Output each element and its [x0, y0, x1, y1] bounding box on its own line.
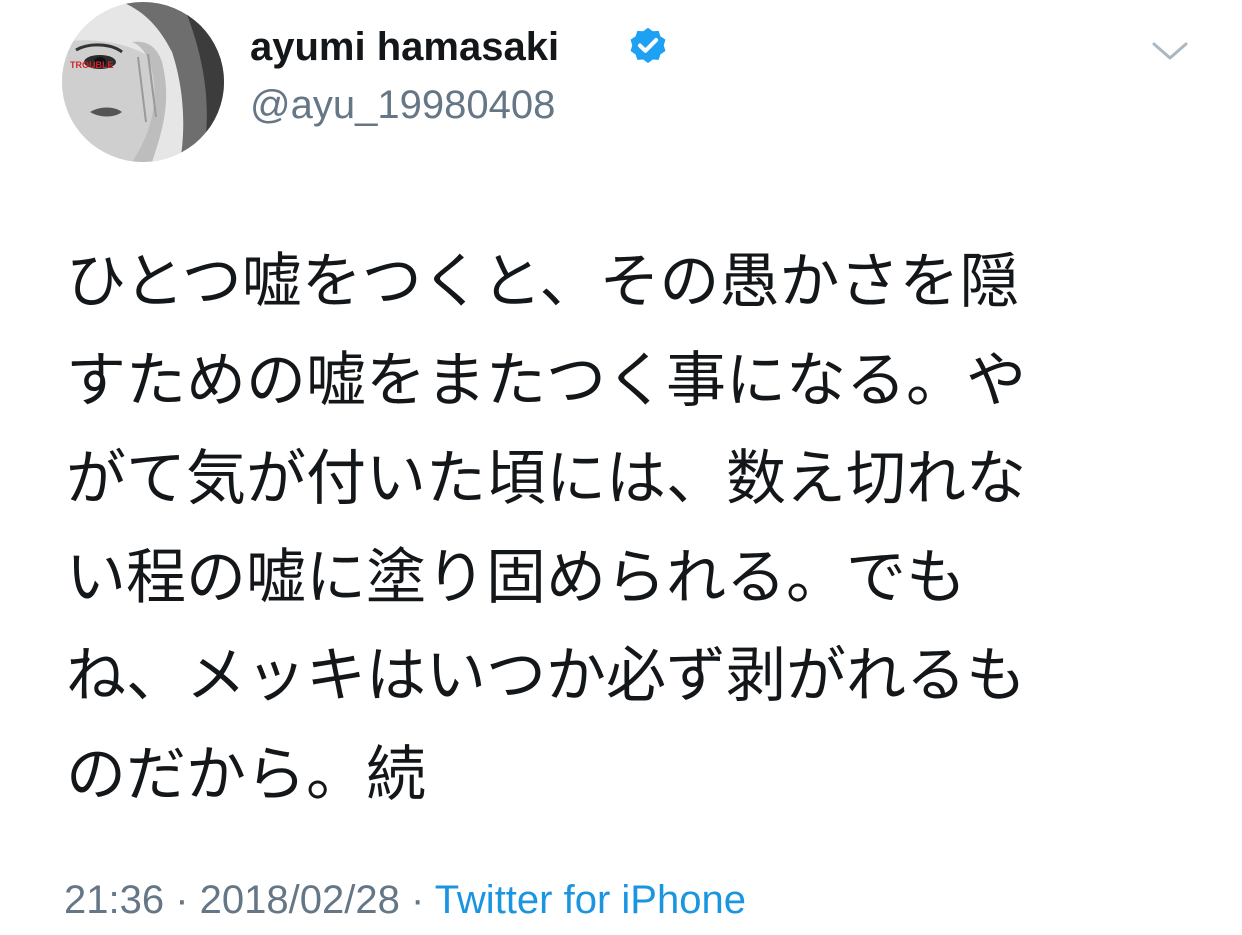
tweet-meta: 21:36 · 2018/02/28 · Twitter for iPhone [64, 872, 746, 928]
tweet-date[interactable]: 2018/02/28 [200, 878, 400, 922]
tweet-text: ひとつ嘘をつくと、その愚かさを隠 すための嘘をまたつく事になる。や がて気が付い… [66, 233, 1176, 824]
tweet-text-line: がて気が付いた頃には、数え切れな [66, 444, 1026, 514]
display-name[interactable]: ayumi hamasaki [250, 22, 559, 72]
tweet-text-line: のだから。続 [66, 739, 426, 810]
tweet-source-link[interactable]: Twitter for iPhone [435, 878, 746, 922]
tweet-text-line: い程の嘘に塗り固められる。でも [66, 542, 966, 613]
chevron-down-icon[interactable] [1150, 36, 1190, 66]
tweet-card: TROUBLE ayumi hamasaki @ayu_19980408 ひとつ… [0, 0, 1242, 935]
meta-separator: · [399, 878, 435, 922]
tweet-text-line: ひとつ嘘をつくと、その愚かさを隠 [66, 247, 1020, 317]
avatar[interactable]: TROUBLE [62, 2, 224, 162]
tweet-text-line: ね、メッキはいつか必ず剥がれるも [66, 641, 1026, 711]
verified-badge-icon [630, 27, 666, 63]
avatar-caption: TROUBLE [70, 60, 114, 70]
user-handle[interactable]: @ayu_19980408 [250, 80, 555, 130]
tweet-time[interactable]: 21:36 [64, 878, 164, 922]
meta-separator: · [164, 878, 200, 922]
tweet-text-line: すための嘘をまたつく事になる。や [66, 345, 1026, 416]
avatar-image: TROUBLE [62, 2, 224, 162]
